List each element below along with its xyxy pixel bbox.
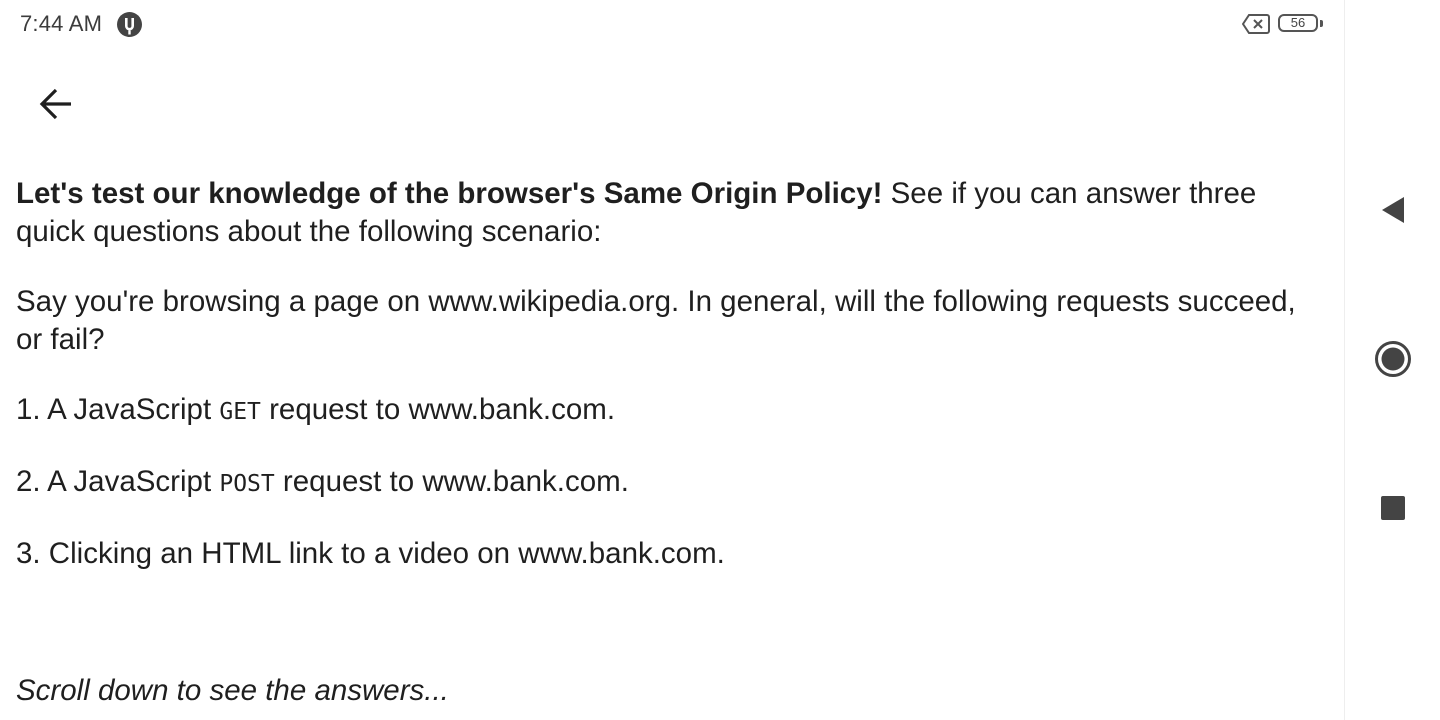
triangle-back-icon bbox=[1382, 197, 1404, 223]
question-1-code: GET bbox=[219, 399, 261, 425]
circle-home-icon bbox=[1375, 341, 1411, 377]
status-time: 7:44 AM bbox=[20, 11, 103, 36]
scroll-hint: Scroll down to see the answers... bbox=[16, 674, 449, 707]
intro-bold-text: Let's test our knowledge of the browser'… bbox=[16, 177, 883, 210]
content-area: 7:44 AM 56 Let's test our knowledge of t… bbox=[0, 0, 1344, 720]
vpn-icon bbox=[116, 11, 143, 38]
arrow-left-icon bbox=[39, 88, 71, 120]
square-recents-icon bbox=[1381, 496, 1405, 520]
question-3: 3. Clicking an HTML link to a video on w… bbox=[16, 537, 725, 570]
intro-paragraph: Let's test our knowledge of the browser'… bbox=[16, 175, 1316, 251]
question-1-suffix: request to www.bank.com. bbox=[260, 393, 616, 426]
question-2: 2. A JavaScript POST request to www.bank… bbox=[16, 463, 1316, 503]
question-1: 1. A JavaScript GET request to www.bank.… bbox=[16, 391, 1316, 431]
article-body: Let's test our knowledge of the browser'… bbox=[16, 175, 1316, 605]
battery-indicator: 56 bbox=[1278, 12, 1326, 36]
nav-back-button[interactable] bbox=[1369, 186, 1417, 234]
question-2-suffix: request to www.bank.com. bbox=[274, 465, 629, 498]
scenario-paragraph: Say you're browsing a page on www.wikipe… bbox=[16, 285, 1296, 356]
back-button[interactable] bbox=[28, 76, 84, 132]
question-2-code: POST bbox=[219, 471, 275, 497]
screen: 7:44 AM 56 Let's test our knowledge of t… bbox=[0, 0, 1440, 720]
data-off-icon bbox=[1241, 13, 1270, 35]
question-1-prefix: 1. A JavaScript bbox=[16, 393, 220, 426]
battery-level: 56 bbox=[1290, 15, 1306, 30]
status-bar: 7:44 AM 56 bbox=[0, 0, 1344, 48]
nav-home-button[interactable] bbox=[1369, 335, 1417, 383]
question-2-prefix: 2. A JavaScript bbox=[16, 465, 220, 498]
nav-recents-button[interactable] bbox=[1369, 484, 1417, 532]
system-nav-bar bbox=[1344, 0, 1440, 720]
battery-tip bbox=[1320, 20, 1323, 27]
